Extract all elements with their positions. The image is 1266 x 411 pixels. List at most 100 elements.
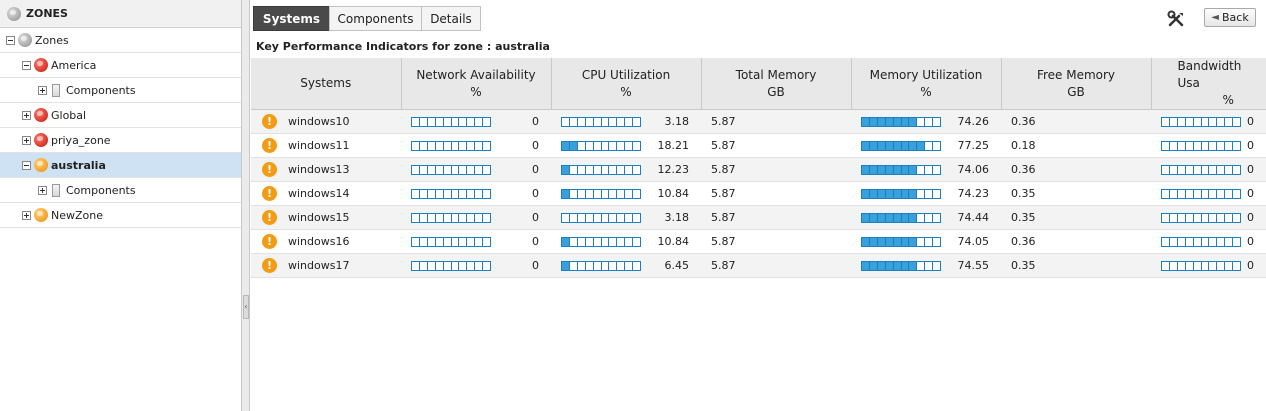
expand-icon[interactable] xyxy=(38,185,47,195)
column-header-systems[interactable]: Systems xyxy=(251,58,402,110)
tree-item-global[interactable]: Global xyxy=(0,103,241,128)
network-availability-value: 0 xyxy=(532,235,539,248)
free-memory-value: 0.35 xyxy=(1011,187,1036,200)
column-header-free-memory[interactable]: Free Memory GB xyxy=(1001,58,1152,110)
tree-item-components[interactable]: Components xyxy=(0,178,241,203)
bandwidth-usage-meter xyxy=(1161,260,1241,271)
bandwidth-usage-value: 0 xyxy=(1247,187,1254,200)
total-memory-value: 5.87 xyxy=(711,163,736,176)
network-availability-meter xyxy=(411,164,491,175)
tab-systems[interactable]: Systems xyxy=(253,6,330,31)
network-availability-value: 0 xyxy=(532,115,539,128)
bandwidth-usage-value: 0 xyxy=(1247,259,1254,272)
memory-utilization-value: 74.26 xyxy=(957,115,990,128)
column-header-cpu-utilization[interactable]: CPU Utilization% xyxy=(551,58,702,110)
tree-item-america[interactable]: America xyxy=(0,53,241,78)
memory-utilization-meter xyxy=(861,236,941,247)
cpu-utilization-meter xyxy=(561,236,641,247)
tree-item-label: Zones xyxy=(35,33,69,47)
tree-item-zones[interactable]: Zones xyxy=(0,28,241,53)
tree-item-newzone[interactable]: NewZone xyxy=(0,203,241,228)
warning-icon: ! xyxy=(262,258,277,273)
warning-icon: ! xyxy=(262,114,277,129)
back-button-label: Back xyxy=(1221,11,1249,24)
tree-item-priya-zone[interactable]: priya_zone xyxy=(0,128,241,153)
collapse-icon[interactable] xyxy=(22,60,31,70)
system-name[interactable]: windows11 xyxy=(288,139,349,152)
tools-icon[interactable] xyxy=(1167,10,1185,28)
collapse-icon[interactable] xyxy=(6,35,15,45)
cpu-utilization-value: 10.84 xyxy=(657,235,690,248)
app-window: ZONES Zones America Components Global pr… xyxy=(0,0,1266,411)
tree-item-components[interactable]: Components xyxy=(0,78,241,103)
tab-components[interactable]: Components xyxy=(329,6,422,31)
warning-icon: ! xyxy=(262,186,277,201)
network-availability-value: 0 xyxy=(532,187,539,200)
bandwidth-usage-meter xyxy=(1161,212,1241,223)
bandwidth-usage-value: 0 xyxy=(1247,211,1254,224)
globe-icon xyxy=(34,158,48,172)
warning-icon: ! xyxy=(262,210,277,225)
system-name[interactable]: windows13 xyxy=(288,163,349,176)
column-header-network-availability[interactable]: Network Availability% xyxy=(401,58,552,110)
memory-utilization-value: 74.55 xyxy=(957,259,990,272)
cpu-utilization-value: 12.23 xyxy=(657,163,690,176)
total-memory-value: 5.87 xyxy=(711,211,736,224)
cpu-utilization-meter xyxy=(561,260,641,271)
system-name[interactable]: windows17 xyxy=(288,259,349,272)
network-availability-value: 0 xyxy=(532,211,539,224)
expand-icon[interactable] xyxy=(22,210,31,220)
system-name[interactable]: windows14 xyxy=(288,187,349,200)
free-memory-value: 0.36 xyxy=(1011,163,1036,176)
table-row[interactable]: ! windows17 0 6.45 5.87 74.55 0.35 0 xyxy=(251,253,1266,278)
cpu-utilization-meter xyxy=(561,188,641,199)
network-availability-meter xyxy=(411,236,491,247)
kpi-title: Key Performance Indicators for zone : au… xyxy=(256,40,550,53)
expand-icon[interactable] xyxy=(38,85,47,95)
tree-item-label: America xyxy=(51,58,97,72)
total-memory-value: 5.87 xyxy=(711,115,736,128)
memory-utilization-meter xyxy=(861,212,941,223)
network-availability-meter xyxy=(411,140,491,151)
system-name[interactable]: windows15 xyxy=(288,211,349,224)
system-name[interactable]: windows10 xyxy=(288,115,349,128)
collapse-icon[interactable] xyxy=(22,160,31,170)
expand-icon[interactable] xyxy=(22,110,31,120)
table-row[interactable]: ! windows16 0 10.84 5.87 74.05 0.36 0 xyxy=(251,229,1266,254)
cpu-utilization-value: 10.84 xyxy=(657,187,690,200)
tree-item-label: priya_zone xyxy=(51,133,111,147)
system-name[interactable]: windows16 xyxy=(288,235,349,248)
table-row[interactable]: ! windows10 0 3.18 5.87 74.26 0.36 0 xyxy=(251,109,1266,134)
zones-panel: ZONES Zones America Components Global pr… xyxy=(0,0,242,411)
tab-details[interactable]: Details xyxy=(421,6,481,31)
column-header-total-memory[interactable]: Total Memory GB xyxy=(701,58,852,110)
globe-icon xyxy=(34,133,48,147)
back-button[interactable]: ◄ Back xyxy=(1204,8,1256,27)
cpu-utilization-value: 3.18 xyxy=(664,115,690,128)
bandwidth-usage-meter xyxy=(1161,188,1241,199)
warning-icon: ! xyxy=(262,138,277,153)
cpu-utilization-value: 3.18 xyxy=(664,211,690,224)
network-availability-value: 0 xyxy=(532,259,539,272)
table-row[interactable]: ! windows13 0 12.23 5.87 74.06 0.36 0 xyxy=(251,157,1266,182)
network-availability-value: 0 xyxy=(532,163,539,176)
bandwidth-usage-value: 0 xyxy=(1247,115,1254,128)
total-memory-value: 5.87 xyxy=(711,139,736,152)
free-memory-value: 0.35 xyxy=(1011,259,1036,272)
total-memory-value: 5.87 xyxy=(711,187,736,200)
column-header-bandwidth-usage[interactable]: Bandwidth Usa% xyxy=(1151,58,1266,110)
collapse-left-icon[interactable]: ‹ xyxy=(243,295,249,319)
back-arrow-icon: ◄ xyxy=(1211,12,1219,23)
expand-icon[interactable] xyxy=(22,135,31,145)
column-header-memory-utilization[interactable]: Memory Utilization% xyxy=(851,58,1002,110)
table-row[interactable]: ! windows14 0 10.84 5.87 74.23 0.35 0 xyxy=(251,181,1266,206)
bandwidth-usage-meter xyxy=(1161,140,1241,151)
table-row[interactable]: ! windows15 0 3.18 5.87 74.44 0.35 0 xyxy=(251,205,1266,230)
tree-item-australia[interactable]: australia xyxy=(0,153,241,178)
memory-utilization-value: 77.25 xyxy=(957,139,990,152)
server-icon xyxy=(52,183,60,197)
table-row[interactable]: ! windows11 0 18.21 5.87 77.25 0.18 0 xyxy=(251,133,1266,158)
globe-icon xyxy=(34,108,48,122)
globe-icon xyxy=(34,58,48,72)
panel-splitter[interactable]: ‹ xyxy=(242,0,250,411)
